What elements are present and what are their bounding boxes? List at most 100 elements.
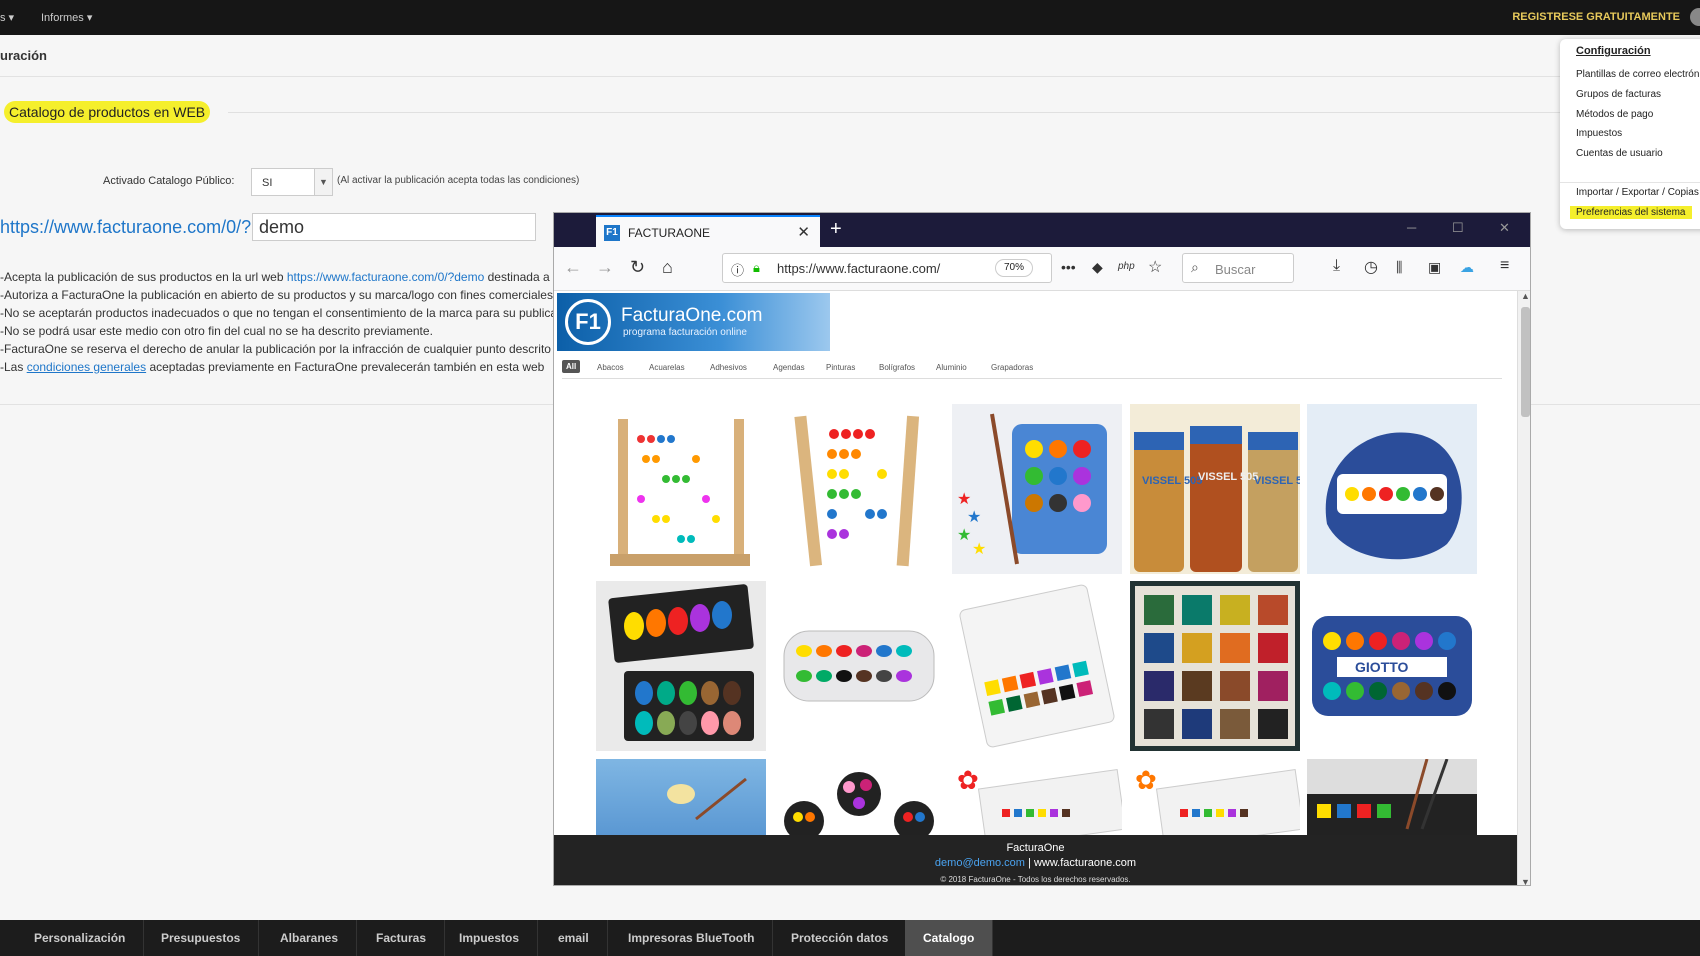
svg-text:★: ★ bbox=[967, 509, 981, 526]
bookmark-star-icon[interactable]: ☆ bbox=[1148, 257, 1162, 277]
product-image-watercolor-stars[interactable]: ★ ★ ★ ★ bbox=[952, 404, 1122, 574]
info-icon[interactable]: ⓘ bbox=[731, 260, 744, 279]
scroll-up-icon[interactable]: ▲ bbox=[1521, 291, 1530, 301]
tab-facturas[interactable]: Facturas bbox=[358, 920, 446, 956]
footer-email-link[interactable]: demo@demo.com bbox=[935, 857, 1025, 869]
menu-item-system-preferences[interactable]: Preferencias del sistema bbox=[1570, 206, 1692, 219]
catalog-terms: -Acepta la publicación de sus productos … bbox=[0, 268, 555, 376]
url-bar[interactable]: ⓘ 🔒︎ https://www.facturaone.com/ 70% bbox=[722, 253, 1052, 283]
nav-menu-partial[interactable]: s ▾ bbox=[0, 11, 14, 24]
site-footer: FacturaOne demo@demo.com | www.facturaon… bbox=[554, 835, 1517, 885]
nav-menu-informes[interactable]: Informes ▾ bbox=[41, 11, 92, 24]
product-image-used-watercolors[interactable] bbox=[1130, 581, 1300, 751]
menu-item-payment-methods[interactable]: Métodos de pago bbox=[1576, 109, 1653, 120]
product-image-watercolor-palette[interactable] bbox=[1307, 404, 1477, 574]
catalog-url-prefix[interactable]: https://www.facturaone.com/0/? bbox=[0, 217, 251, 238]
page-header: uración bbox=[0, 35, 1700, 77]
svg-text:★: ★ bbox=[957, 491, 971, 508]
category-agendas[interactable]: Agendas bbox=[773, 363, 805, 372]
tab-impuestos[interactable]: Impuestos bbox=[441, 920, 539, 956]
hamburger-menu-icon[interactable]: ≡ bbox=[1500, 257, 1509, 275]
catalog-active-label: Activado Catalogo Público: bbox=[103, 175, 235, 187]
category-boligrafos[interactable]: Bolígrafos bbox=[879, 363, 915, 372]
minimize-icon[interactable]: ─ bbox=[1407, 220, 1416, 235]
browser-tab[interactable]: F1 FACTURAONE ✕ bbox=[596, 215, 820, 247]
new-tab-icon[interactable]: + bbox=[830, 218, 842, 241]
catalog-slug-input[interactable] bbox=[252, 213, 536, 241]
category-aluminio[interactable]: Aluminio bbox=[936, 363, 967, 372]
footer-web[interactable]: www.facturaone.com bbox=[1034, 857, 1136, 869]
menu-item-invoice-groups[interactable]: Grupos de facturas bbox=[1576, 89, 1661, 100]
close-tab-icon[interactable]: ✕ bbox=[797, 223, 810, 241]
site-logo[interactable]: F1 FacturaOne.com programa facturación o… bbox=[557, 293, 830, 351]
maximize-icon[interactable]: ☐ bbox=[1452, 220, 1464, 236]
general-conditions-link[interactable]: condiciones generales bbox=[27, 360, 146, 374]
tab-personalizacion[interactable]: Personalización bbox=[16, 920, 145, 956]
svg-text:★: ★ bbox=[972, 541, 986, 558]
product-image-abacus[interactable] bbox=[596, 404, 766, 574]
svg-text:✿: ✿ bbox=[957, 765, 979, 795]
browser-search-box[interactable]: ⌕ Buscar bbox=[1182, 253, 1294, 283]
menu-item-import-export[interactable]: Importar / Exportar / Copias bbox=[1576, 187, 1699, 198]
tab-catalogo[interactable]: Catalogo bbox=[905, 920, 994, 956]
lock-icon[interactable]: 🔒︎ bbox=[753, 260, 760, 276]
sidebar-icon[interactable]: ▣ bbox=[1428, 259, 1441, 276]
search-icon: ⌕ bbox=[1191, 259, 1199, 275]
svg-text:✿: ✿ bbox=[1135, 765, 1157, 795]
browser-tab-title: FACTURAONE bbox=[628, 226, 711, 240]
category-adhesivos[interactable]: Adhesivos bbox=[710, 363, 747, 372]
scroll-down-icon[interactable]: ▼ bbox=[1521, 877, 1530, 885]
browser-scrollbar[interactable]: ▲ ▼ bbox=[1517, 291, 1530, 885]
logo-name: FacturaOne.com bbox=[621, 305, 763, 326]
terms-line: -Autoriza a FacturaOne la publicación en… bbox=[0, 288, 553, 302]
product-image-vissel-varnish[interactable]: VISSEL 505VISSEL 505VISSEL 505 bbox=[1130, 404, 1300, 574]
footer-copyright: © 2018 FacturaOne - Todos los derechos r… bbox=[940, 875, 1131, 884]
section-divider bbox=[228, 112, 1700, 113]
catalog-url-link[interactable]: https://www.facturaone.com/0/?demo bbox=[287, 270, 484, 284]
category-abacos[interactable]: Abacos bbox=[597, 363, 624, 372]
window-close-icon[interactable]: ✕ bbox=[1499, 220, 1510, 236]
product-image-abacus-2[interactable] bbox=[774, 404, 944, 574]
menu-item-email-templates[interactable]: Plantillas de correo electrónico bbox=[1576, 69, 1700, 80]
forward-icon[interactable]: → bbox=[596, 257, 614, 278]
category-grapadoras[interactable]: Grapadoras bbox=[991, 363, 1033, 372]
menu-item-taxes[interactable]: Impuestos bbox=[1576, 128, 1622, 139]
tab-impresoras-bluetooth[interactable]: Impresoras BlueTooth bbox=[610, 920, 774, 956]
history-icon[interactable]: ◷ bbox=[1364, 257, 1378, 277]
register-link[interactable]: REGISTRESE GRATUITAMENTE bbox=[1512, 11, 1680, 23]
product-image-oval-palette[interactable] bbox=[774, 581, 944, 751]
tab-proteccion-datos[interactable]: Protección datos bbox=[773, 920, 908, 956]
category-pinturas[interactable]: Pinturas bbox=[826, 363, 855, 372]
pocket-icon[interactable]: ◆ bbox=[1092, 259, 1103, 276]
chevron-down-icon[interactable]: ▼ bbox=[314, 169, 332, 195]
tab-email[interactable]: email bbox=[540, 920, 608, 956]
favicon-icon: F1 bbox=[604, 225, 620, 241]
download-icon[interactable]: ⤓ bbox=[1333, 257, 1340, 275]
menu-item-user-accounts[interactable]: Cuentas de usuario bbox=[1576, 148, 1663, 159]
sync-cloud-icon[interactable]: ☁ bbox=[1460, 259, 1474, 276]
home-icon[interactable]: ⌂ bbox=[662, 257, 673, 278]
top-navbar: s ▾ Informes ▾ REGISTRESE GRATUITAMENTE bbox=[0, 0, 1700, 35]
product-image-giotto-palette[interactable]: GIOTTO bbox=[1307, 581, 1477, 751]
category-all[interactable]: All bbox=[562, 360, 581, 373]
catalog-active-select[interactable]: SI ▼ bbox=[251, 168, 333, 196]
catalog-webpage: F1 FacturaOne.com programa facturación o… bbox=[554, 291, 1517, 885]
zoom-indicator[interactable]: 70% bbox=[995, 259, 1033, 277]
menu-separator bbox=[1560, 182, 1700, 183]
search-placeholder: Buscar bbox=[1215, 262, 1256, 277]
php-extension-icon[interactable]: php bbox=[1118, 261, 1135, 272]
vissel-label: VISSEL 505 bbox=[1198, 471, 1258, 483]
scrollbar-thumb[interactable] bbox=[1521, 307, 1530, 417]
page-actions-icon[interactable]: ••• bbox=[1061, 259, 1076, 275]
product-image-pan-watercolors[interactable] bbox=[596, 581, 766, 751]
browser-tab-bar: F1 FACTURAONE ✕ + ─ ☐ ✕ bbox=[554, 213, 1530, 247]
product-image-travel-palette[interactable] bbox=[952, 581, 1122, 751]
user-avatar[interactable] bbox=[1690, 8, 1700, 26]
back-icon[interactable]: ← bbox=[564, 257, 582, 278]
tab-albaranes[interactable]: Albaranes bbox=[262, 920, 358, 956]
tab-presupuestos[interactable]: Presupuestos bbox=[143, 920, 260, 956]
category-acuarelas[interactable]: Acuarelas bbox=[649, 363, 685, 372]
library-icon[interactable]: ⫼ bbox=[1396, 259, 1402, 276]
reload-icon[interactable]: ↻ bbox=[630, 257, 645, 278]
dropdown-header-configuracion[interactable]: Configuración bbox=[1576, 45, 1651, 57]
